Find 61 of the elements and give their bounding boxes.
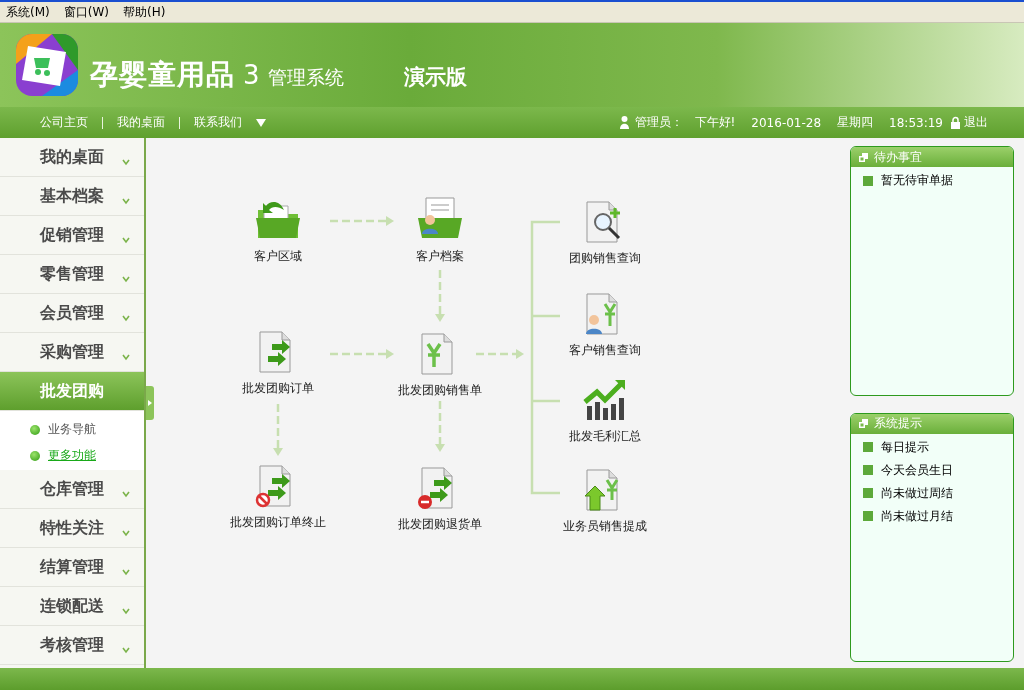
time-text: 18:53:19 <box>889 115 943 130</box>
dashed-arrow <box>435 401 445 452</box>
date-text: 2016-01-28 <box>751 115 822 130</box>
panel-title: 系统提示 <box>874 415 922 432</box>
version-number: 3 <box>243 60 260 90</box>
chevron-icon <box>122 569 130 576</box>
dashed-arrow <box>435 270 445 322</box>
chevron-icon <box>122 198 130 205</box>
flow-node-label[interactable]: 批发毛利汇总 <box>569 428 641 445</box>
flow-node-label[interactable]: 批发团购退货单 <box>398 516 482 533</box>
chevron-icon <box>122 608 130 615</box>
flow-node-label[interactable]: 批发团购订单 <box>242 380 314 397</box>
dashed-arrow <box>476 349 524 359</box>
chevron-icon <box>122 276 130 283</box>
chevron-icon <box>122 315 130 322</box>
dropdown-caret-icon[interactable] <box>256 118 266 127</box>
sub-menu-link[interactable]: 业务导航 <box>48 421 96 438</box>
chevron-icon <box>122 491 130 498</box>
product-name: 孕婴童用品 <box>90 57 235 93</box>
panel-title: 待办事宜 <box>874 148 922 166</box>
panel-item[interactable]: 每日提示 <box>881 438 929 456</box>
dashed-arrow <box>330 349 394 359</box>
menu-item[interactable]: 帮助(H) <box>122 3 166 21</box>
flow-node-label[interactable]: 批发团购订单终止 <box>230 514 326 531</box>
panel-item[interactable]: 今天会员生日 <box>881 461 953 479</box>
logo-icon <box>16 34 78 96</box>
chevron-icon <box>122 530 130 537</box>
edition-label: 演示版 <box>403 64 467 91</box>
bullet-icon <box>30 424 40 435</box>
collapse-handle[interactable] <box>146 386 154 420</box>
flow-node-label[interactable]: 批发团购销售单 <box>398 382 482 399</box>
system-name: 管理系统 <box>267 65 344 90</box>
flow-node-label[interactable]: 团购销售查询 <box>569 250 641 267</box>
user-icon <box>619 116 629 129</box>
menu-item[interactable]: 系统(M) <box>6 3 50 21</box>
bullet-icon <box>863 175 873 186</box>
flow-node-label[interactable]: 客户区域 <box>254 248 302 265</box>
greeting-text: 下午好! <box>694 114 736 131</box>
dashed-arrow <box>330 216 394 226</box>
chevron-icon <box>122 354 130 361</box>
bullet-icon <box>863 488 873 498</box>
panel-item[interactable]: 暂无待审单据 <box>881 172 953 189</box>
flow-node-label[interactable]: 客户销售查询 <box>569 342 641 359</box>
bullet-icon <box>863 442 873 452</box>
bullet-icon <box>30 450 40 461</box>
bullet-icon <box>863 511 873 521</box>
user-label: 管理员： <box>634 114 683 131</box>
window-icon <box>859 419 868 428</box>
menu-item[interactable]: 窗口(W) <box>63 3 109 21</box>
window-icon <box>859 152 868 162</box>
lock-icon[interactable] <box>951 116 960 129</box>
flow-node-label[interactable]: 客户档案 <box>416 248 464 265</box>
panel-item[interactable]: 尚未做过月结 <box>881 507 953 525</box>
flow-node-label[interactable]: 业务员销售提成 <box>563 518 647 535</box>
chevron-icon <box>122 237 130 244</box>
panel-item[interactable]: 尚未做过周结 <box>881 484 953 502</box>
weekday-text: 星期四 <box>837 114 874 131</box>
bullet-icon <box>863 465 873 475</box>
dashed-arrow <box>273 404 283 456</box>
chevron-icon <box>122 647 130 654</box>
chevron-icon <box>122 159 130 166</box>
